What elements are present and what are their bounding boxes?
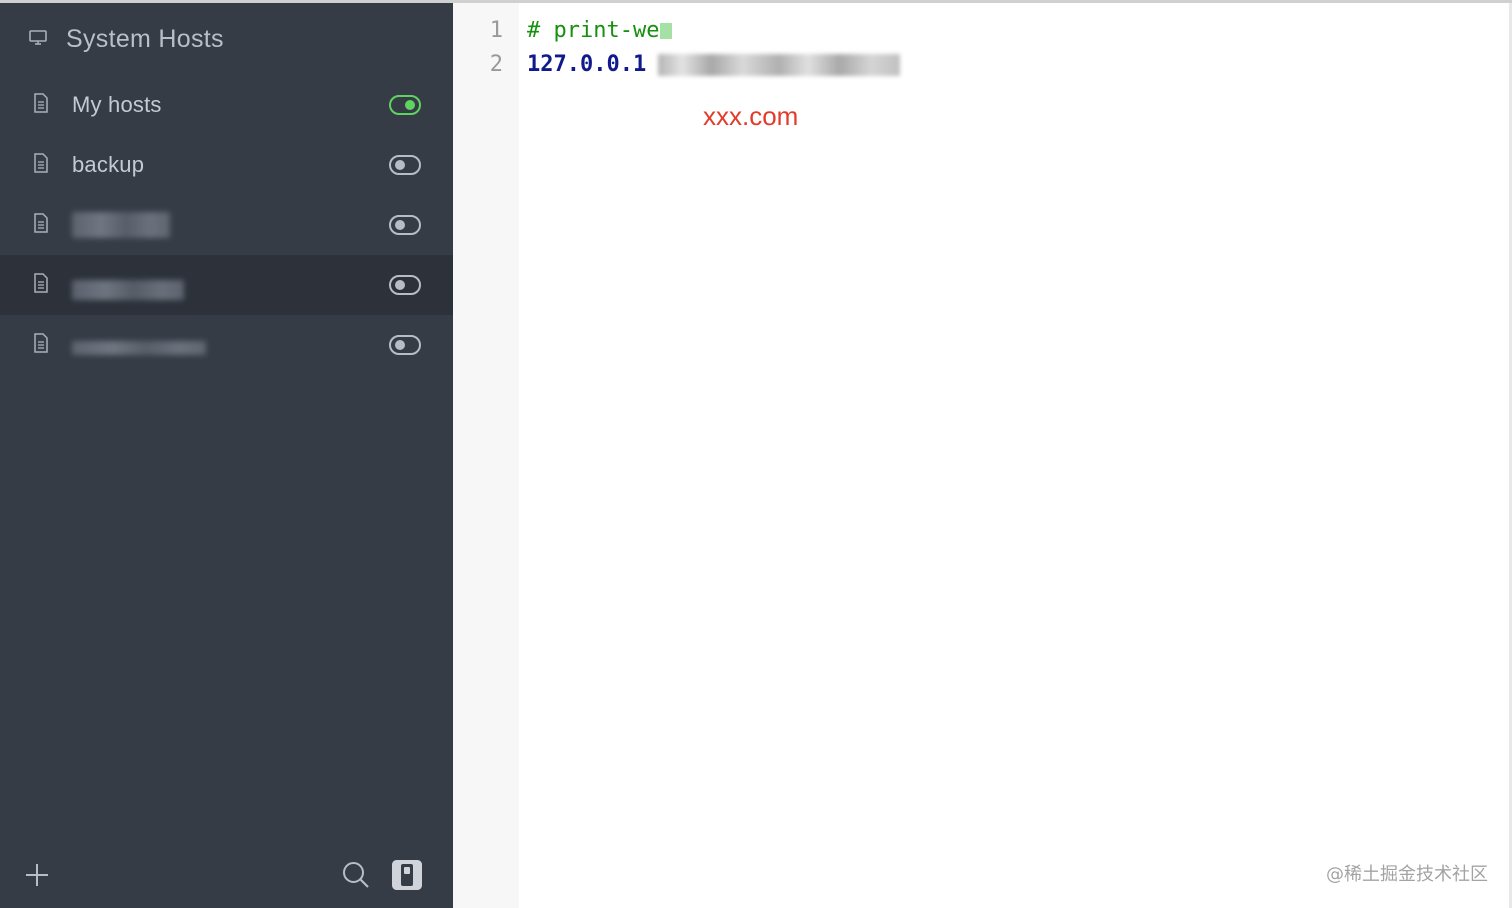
hosts-item-label: backup bbox=[72, 152, 145, 177]
hosts-item-backup[interactable]: backup bbox=[0, 135, 453, 195]
hosts-item-redacted-3[interactable] bbox=[0, 315, 453, 375]
redacted-label bbox=[72, 341, 206, 355]
annotation-label: xxx.com bbox=[703, 101, 799, 131]
system-hosts-item[interactable]: System Hosts bbox=[0, 3, 453, 75]
hosts-item-redacted-1[interactable] bbox=[0, 195, 453, 255]
file-icon bbox=[32, 212, 50, 238]
file-icon bbox=[32, 272, 50, 298]
sidebar-bottom-bar bbox=[0, 842, 453, 908]
add-icon[interactable] bbox=[24, 862, 50, 888]
code-line-1[interactable]: # print-we bbox=[527, 14, 1512, 48]
file-icon bbox=[32, 332, 50, 358]
line-number-gutter: 1 2 bbox=[453, 3, 519, 908]
code-line-2[interactable]: 127.0.0.1 bbox=[527, 48, 1512, 82]
redacted-label bbox=[72, 280, 184, 300]
hosts-toggle-redacted-2[interactable] bbox=[389, 275, 421, 295]
line-number: 2 bbox=[489, 52, 503, 77]
sidebar: System Hosts My hosts backup bbox=[0, 3, 453, 908]
toggle-mode-icon[interactable] bbox=[391, 859, 423, 891]
redacted-hostname bbox=[658, 54, 901, 76]
monitor-icon bbox=[28, 28, 48, 51]
search-icon[interactable] bbox=[341, 860, 371, 890]
app-window: System Hosts My hosts backup 1 2 # print… bbox=[0, 0, 1512, 908]
comment-text: # print-we bbox=[527, 18, 660, 43]
system-hosts-label: System Hosts bbox=[66, 24, 224, 53]
hosts-editor[interactable]: 1 2 # print-we 127.0.0.1 xxx.com @稀土掘金技术… bbox=[453, 3, 1512, 908]
hosts-toggle-backup[interactable] bbox=[389, 155, 421, 175]
watermark: @稀土掘金技术社区 bbox=[1326, 864, 1488, 885]
hosts-item-redacted-2[interactable] bbox=[0, 255, 453, 315]
hosts-item-label: My hosts bbox=[72, 92, 162, 117]
file-icon bbox=[32, 92, 50, 118]
ip-address: 127.0.0.1 bbox=[527, 52, 647, 77]
code-area[interactable]: # print-we 127.0.0.1 xxx.com bbox=[519, 3, 1512, 908]
hosts-item-my-hosts[interactable]: My hosts bbox=[0, 75, 453, 135]
hosts-toggle-my-hosts[interactable] bbox=[389, 95, 421, 115]
text-cursor bbox=[660, 23, 673, 39]
redacted-label bbox=[72, 212, 170, 238]
hosts-toggle-redacted-1[interactable] bbox=[389, 215, 421, 235]
line-number: 1 bbox=[489, 18, 503, 43]
hosts-toggle-redacted-3[interactable] bbox=[389, 335, 421, 355]
file-icon bbox=[32, 152, 50, 178]
